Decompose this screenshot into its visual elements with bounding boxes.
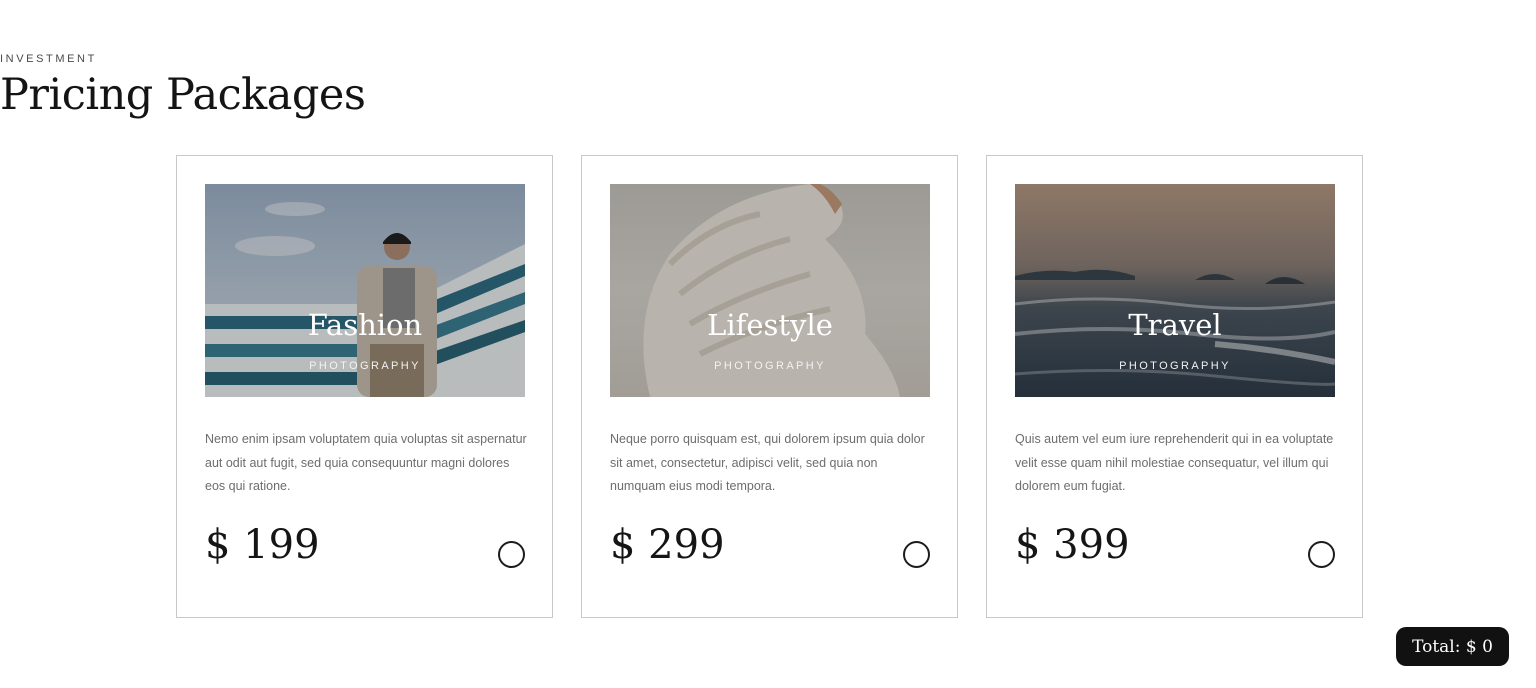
card-title: Travel: [1128, 308, 1222, 342]
select-package-radio[interactable]: [498, 541, 525, 568]
total-badge: Total: $ 0: [1396, 627, 1509, 666]
card-price: $ 399: [1015, 522, 1130, 568]
card-title: Lifestyle: [707, 308, 833, 342]
pricing-cards: Fashion PHOTOGRAPHY Nemo enim ipsam volu…: [176, 155, 1363, 618]
card-price: $ 299: [610, 522, 725, 568]
card-subtitle: PHOTOGRAPHY: [1119, 360, 1231, 372]
card-image-lifestyle: Lifestyle PHOTOGRAPHY: [610, 184, 930, 397]
card-image-fashion: Fashion PHOTOGRAPHY: [205, 184, 525, 397]
pricing-card-fashion: Fashion PHOTOGRAPHY Nemo enim ipsam volu…: [176, 155, 553, 618]
card-description: Neque porro quisquam est, qui dolorem ip…: [610, 432, 925, 493]
card-description: Quis autem vel eum iure reprehenderit qu…: [1015, 432, 1334, 493]
card-image-travel: Travel PHOTOGRAPHY: [1015, 184, 1335, 397]
page-title: Pricing Packages: [0, 70, 366, 120]
section-eyebrow: INVESTMENT: [0, 53, 97, 65]
pricing-card-travel: Travel PHOTOGRAPHY Quis autem vel eum iu…: [986, 155, 1363, 618]
card-description: Nemo enim ipsam voluptatem quia voluptas…: [205, 432, 527, 493]
card-subtitle: PHOTOGRAPHY: [714, 360, 826, 372]
card-subtitle: PHOTOGRAPHY: [309, 360, 421, 372]
pricing-card-lifestyle: Lifestyle PHOTOGRAPHY Neque porro quisqu…: [581, 155, 958, 618]
select-package-radio[interactable]: [903, 541, 930, 568]
card-title: Fashion: [307, 308, 423, 342]
select-package-radio[interactable]: [1308, 541, 1335, 568]
pricing-page: INVESTMENT Pricing Packages Fashion PHOT…: [0, 0, 1536, 688]
card-price: $ 199: [205, 522, 320, 568]
